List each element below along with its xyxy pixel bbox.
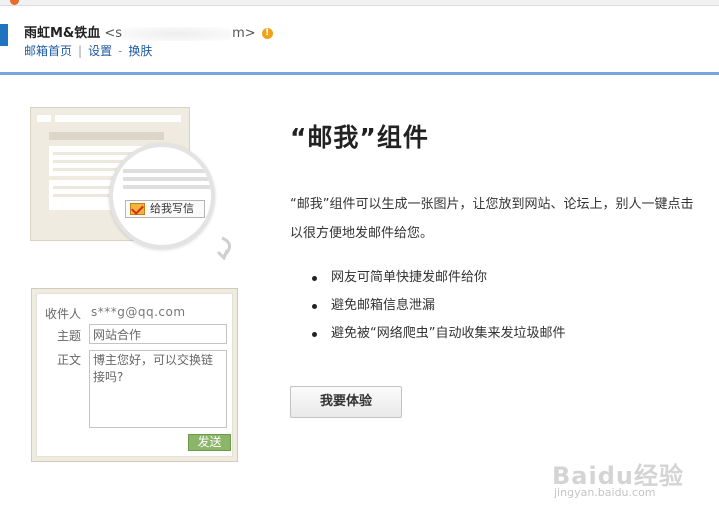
bullet-icon [312, 276, 317, 281]
list-item: 避免被“网络爬虫”自动收集来发垃圾邮件 [290, 320, 565, 348]
feature-text: 避免被“网络爬虫”自动收集来发垃圾邮件 [331, 326, 566, 341]
brand-logo-edge [0, 24, 8, 46]
body-field: 博主您好，可以交换链接吗? [89, 350, 227, 428]
mailbox-home-link[interactable]: 邮箱首页 [24, 44, 72, 58]
mail-icon [130, 203, 145, 215]
compose-form-panel: 收件人 s***g@qq.com 主题 网站合作 正文 博主您好，可以交换链接吗… [36, 293, 233, 457]
warning-icon[interactable]: ! [261, 28, 273, 39]
write-to-me-button: 给我写信 [125, 200, 205, 218]
to-value: s***g@qq.com [91, 305, 186, 319]
bullet-icon [312, 332, 317, 337]
body-label: 正文 [56, 353, 81, 367]
nav-dash: - [118, 44, 123, 58]
user-info: 雨虹M&铁血 <s m>! [24, 22, 273, 41]
feature-description: “邮我”组件可以生成一张图片，让您放到网站、论坛上，别人一键点击 以很方便地发邮… [290, 190, 719, 248]
try-it-button[interactable]: 我要体验 [290, 386, 402, 418]
subject-field: 网站合作 [89, 324, 227, 344]
nav-separator: | [78, 44, 83, 58]
description-line: “邮我”组件可以生成一张图片，让您放到网站、论坛上，别人一键点击 [290, 197, 694, 212]
description-line: 以很方便地发邮件给您。 [290, 226, 434, 241]
curved-arrow-icon [216, 236, 231, 260]
to-label: 收件人 [44, 307, 81, 321]
mock-line [123, 185, 211, 189]
baidu-watermark: Baidu经验 jingyan.baidu.com [552, 456, 712, 504]
user-name: 雨虹M&铁血 [24, 26, 101, 41]
watermark-url: jingyan.baidu.com [554, 486, 656, 499]
list-item: 网友可简单快捷发邮件给你 [290, 264, 565, 292]
mock-tab [141, 115, 181, 122]
mock-header-bar [49, 132, 164, 140]
mock-tab [37, 115, 51, 122]
write-to-me-label: 给我写信 [150, 202, 194, 215]
settings-link[interactable]: 设置 [88, 44, 112, 58]
app-logo-icon [10, 0, 19, 5]
subject-label: 主题 [56, 329, 81, 343]
switch-skin-link[interactable]: 换肤 [128, 44, 152, 58]
compose-form-illustration: 收件人 s***g@qq.com 主题 网站合作 正文 博主您好，可以交换链接吗… [31, 288, 238, 462]
user-email-open: <s [100, 26, 123, 41]
mock-line [123, 169, 211, 173]
user-email-close: m> [232, 26, 256, 41]
mail-header: 雨虹M&铁血 <s m>! 邮箱首页 | 设置 - 换肤 [0, 6, 719, 74]
magnifier-illustration: 给我写信 [109, 143, 215, 249]
page-title: “邮我”组件 [290, 123, 429, 152]
feature-text: 避免邮箱信息泄漏 [331, 298, 436, 313]
list-item: 避免邮箱信息泄漏 [290, 292, 565, 320]
feature-text: 网友可简单快捷发邮件给你 [331, 270, 488, 285]
header-divider [0, 72, 719, 75]
send-button: 发送 [188, 434, 231, 451]
header-nav: 邮箱首页 | 设置 - 换肤 [24, 42, 152, 59]
feature-list: 网友可简单快捷发邮件给你 避免邮箱信息泄漏 避免被“网络爬虫”自动收集来发垃圾邮… [290, 264, 565, 348]
email-redaction [122, 26, 233, 41]
bullet-icon [312, 304, 317, 309]
mock-line [123, 177, 211, 181]
mock-tab [55, 115, 155, 122]
